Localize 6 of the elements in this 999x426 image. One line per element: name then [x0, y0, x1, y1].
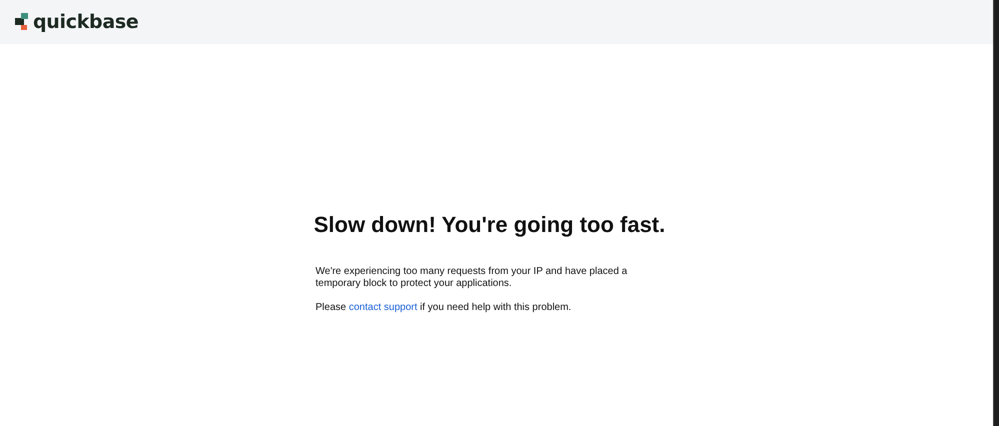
message-text: We're experiencing too many requests from your IP and have placed a temporary block to protect your applications. [316, 266, 628, 290]
logo-icon [15, 13, 29, 31]
page-title: Slow down! You're going too fast. [312, 212, 666, 238]
help-text: Please contact support if you need help with this problem. [316, 302, 572, 314]
logo-text: quickbase [33, 11, 138, 33]
contact-support-link[interactable]: contact support [348, 302, 418, 313]
